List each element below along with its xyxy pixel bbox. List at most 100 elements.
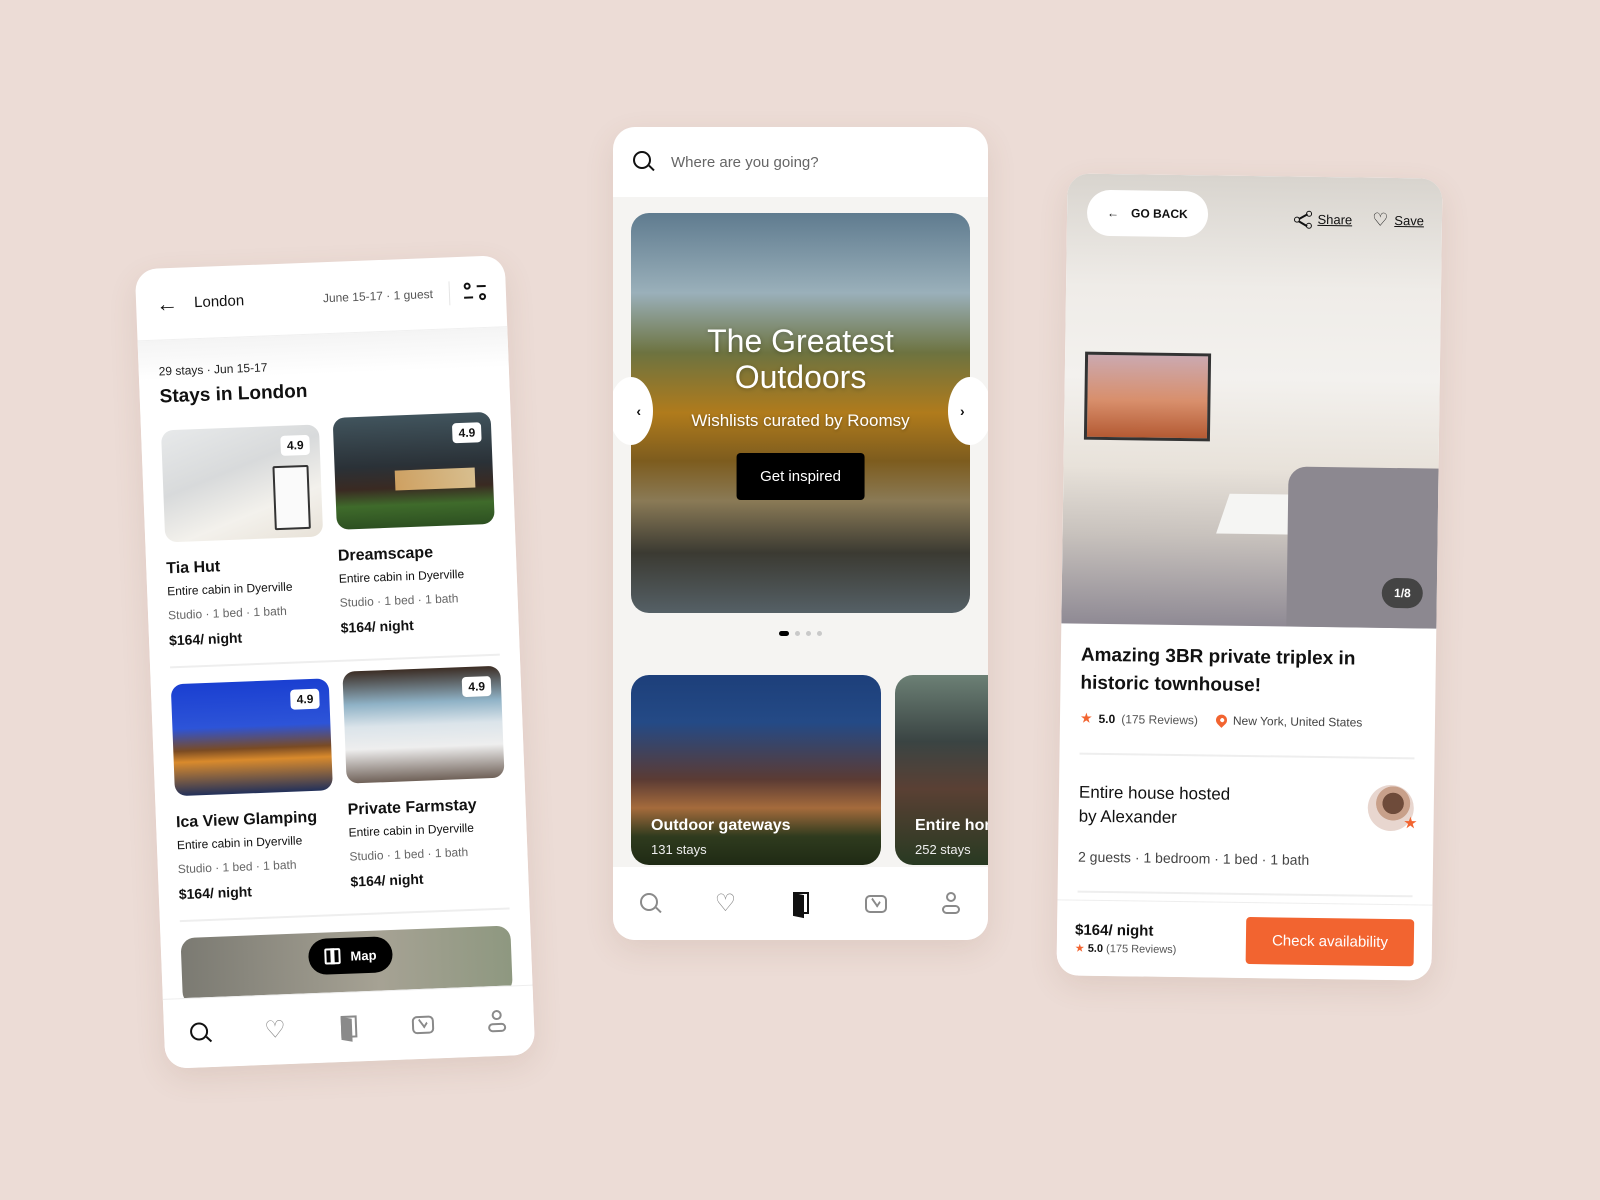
collections-row: Outdoor gateways 131 stays Entire homes … (631, 675, 988, 865)
collection-name: Entire homes (915, 817, 988, 834)
listing-type: Entire cabin in Dyerville (348, 820, 475, 840)
hero-banner: The Greatest Outdoors Wishlists curated … (631, 213, 970, 613)
avatar[interactable]: ★ (1367, 784, 1418, 832)
listing-photo: 4.9 (160, 424, 324, 543)
explore-body: The Greatest Outdoors Wishlists curated … (613, 197, 988, 867)
host-row: Entire house hosted by Alexander ★ (1078, 781, 1418, 834)
tab-trips[interactable] (336, 1014, 363, 1042)
user-icon (945, 891, 956, 902)
tab-bar: ♡ (613, 867, 988, 940)
go-back-label: GO BACK (1130, 206, 1188, 222)
save-button[interactable]: ♡ Save (1372, 210, 1424, 232)
listing-title: Amazing 3BR private triplex in historic … (1080, 644, 1356, 697)
page-title: Stays in London (159, 380, 308, 408)
carousel-dots (613, 631, 988, 636)
listing-meta: Studio · 1 bed · 1 bath (177, 857, 297, 877)
listing-photo: 4.9 (342, 665, 505, 784)
carousel-dot[interactable] (806, 631, 811, 636)
hero-title-line2: Outdoors (734, 359, 867, 395)
sliders-icon[interactable] (463, 280, 487, 303)
go-back-button[interactable]: ← GO BACK (1086, 189, 1209, 238)
listing-price: $164/ night (340, 616, 415, 636)
listing-name: Ica View Glamping (175, 808, 318, 832)
collection-card[interactable]: Entire homes 252 stays (895, 675, 988, 865)
listing-name: Tia Hut (165, 558, 221, 578)
divider (179, 907, 510, 923)
listing-name: Dreamscape (337, 544, 434, 565)
photo-detail-tv (1083, 351, 1212, 442)
search-input[interactable] (671, 153, 970, 171)
heart-icon: ♡ (1372, 209, 1389, 230)
chevron-left-icon: ‹ (636, 403, 641, 419)
listing-card[interactable]: 4.9 Ica View Glamping Entire cabin in Dy… (170, 678, 337, 903)
collection-count: 252 stays (915, 842, 971, 857)
booking-footer: $164/ night ★ 5.0 (175 Reviews) Check av… (1056, 899, 1433, 981)
tab-bar: ♡ (162, 984, 536, 1069)
location-pin-icon (1213, 712, 1230, 728)
reviews-count[interactable]: (175 Reviews) (1121, 712, 1198, 727)
hero-title: The Greatest Outdoors (631, 323, 970, 395)
tab-profile[interactable] (938, 891, 964, 917)
arrow-left-icon: ← (1106, 205, 1120, 221)
detail-content: Amazing 3BR private triplex in historic … (1058, 623, 1437, 898)
share-icon (1293, 210, 1312, 229)
listing-name: Private Farmstay (347, 796, 477, 819)
user-icon (491, 1009, 502, 1020)
star-icon: ★ (1079, 709, 1093, 726)
explore-screen: The Greatest Outdoors Wishlists curated … (613, 127, 988, 940)
photo-counter: 1/8 (1381, 577, 1423, 609)
footer-reviews: (175 Reviews) (1106, 943, 1177, 957)
listing-card[interactable]: 4.9 Tia Hut Entire cabin in Dyerville St… (160, 424, 327, 649)
city-label: London (193, 292, 245, 312)
listing-photo: 4.9 (170, 678, 333, 797)
listing-card[interactable]: 4.9 Dreamscape Entire cabin in Dyerville… (332, 411, 499, 642)
listing-card[interactable]: 4.9 Private Farmstay Entire cabin in Dye… (342, 665, 508, 896)
listing-price: $164/ night (178, 883, 253, 903)
footer-rating-value: 5.0 (1087, 942, 1104, 955)
rating-badge: 4.9 (452, 422, 482, 444)
tab-search[interactable] (638, 891, 664, 917)
search-icon (631, 149, 657, 175)
share-button[interactable]: Share (1293, 209, 1352, 231)
carousel-next-button[interactable]: › (948, 377, 988, 445)
rating-value: 5.0 (1098, 711, 1116, 726)
tab-search[interactable] (188, 1019, 215, 1046)
listing-price: $164/ night (168, 629, 243, 649)
divider (170, 653, 500, 669)
rating-badge: 4.9 (280, 434, 311, 456)
superhost-star-icon: ★ (1403, 815, 1418, 833)
tab-inbox[interactable] (409, 1011, 436, 1038)
map-button[interactable]: Map (307, 936, 394, 976)
chevron-right-icon: › (960, 403, 965, 419)
host-name: Entire house hosted by Alexander (1078, 781, 1231, 831)
heart-icon: ♡ (263, 1015, 287, 1044)
photo-detail-sofa (1286, 466, 1443, 629)
listing-type: Entire cabin in Dyerville (166, 579, 293, 599)
tab-wishlists[interactable]: ♡ (262, 1015, 289, 1044)
listing-meta: Studio · 1 bed · 1 bath (349, 845, 469, 864)
rating-badge: 4.9 (290, 688, 320, 710)
divider (1079, 752, 1415, 760)
collection-count: 131 stays (651, 842, 707, 857)
search-bar[interactable] (613, 127, 988, 197)
listing-meta: Studio · 1 bed · 1 bath (339, 591, 459, 610)
carousel-dot[interactable] (795, 631, 800, 636)
tab-wishlists[interactable]: ♡ (713, 889, 739, 917)
footer-rating: ★ 5.0 (175 Reviews) (1075, 942, 1177, 956)
arrow-left-icon[interactable]: ← (156, 290, 179, 317)
location-text: New York, United States (1232, 713, 1363, 730)
check-availability-button[interactable]: Check availability (1245, 916, 1415, 967)
carousel-dot[interactable] (779, 631, 789, 636)
tab-inbox[interactable] (863, 891, 889, 917)
get-inspired-button[interactable]: Get inspired (736, 453, 865, 500)
collection-card[interactable]: Outdoor gateways 131 stays (631, 675, 881, 865)
tab-profile[interactable] (483, 1008, 510, 1035)
listing-photo[interactable]: ← GO BACK Share ♡ Save 1/8 (1061, 173, 1443, 629)
heart-icon: ♡ (714, 889, 737, 917)
dates-guests[interactable]: June 15-17 · 1 guest (322, 280, 451, 310)
star-icon: ★ (1074, 942, 1085, 955)
detail-screen: ← GO BACK Share ♡ Save 1/8 Amazing 3BR p… (1056, 173, 1443, 981)
hero-title-line1: The Greatest (707, 323, 894, 359)
tab-trips[interactable] (788, 891, 814, 918)
carousel-dot[interactable] (817, 631, 822, 636)
